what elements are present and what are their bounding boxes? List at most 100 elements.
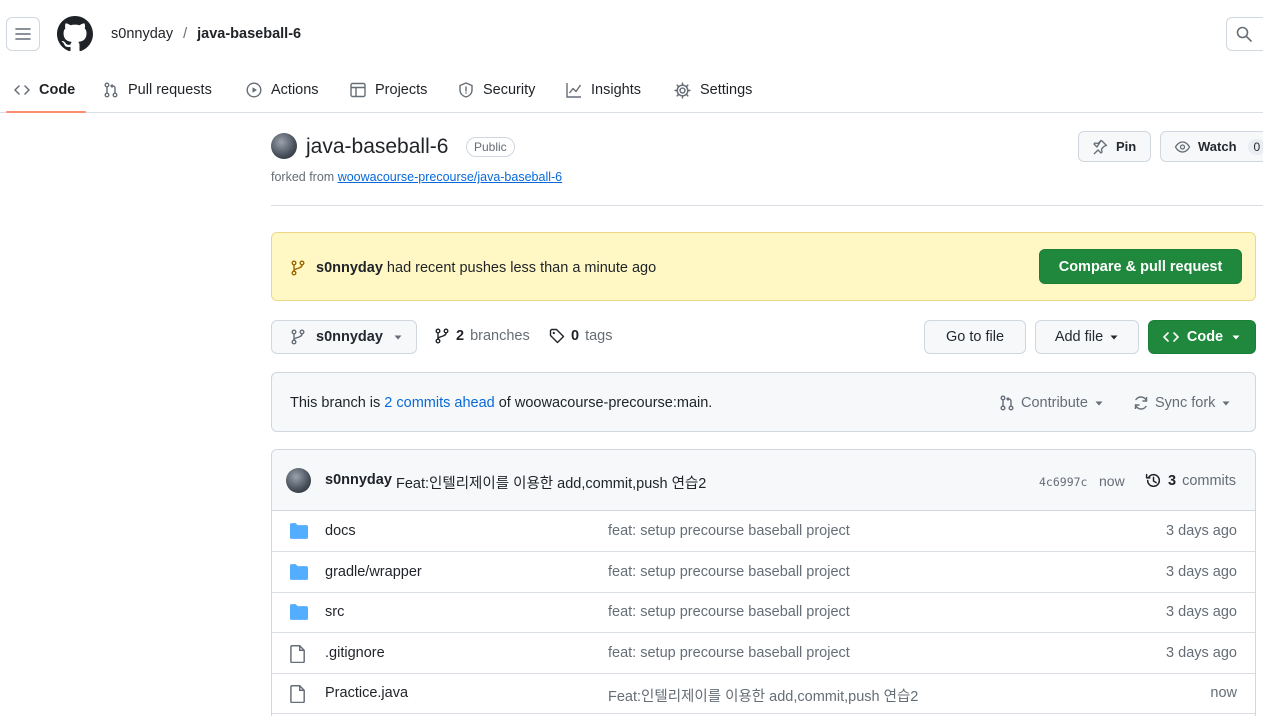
branch-status-text: This branch is 2 commits ahead of woowac… bbox=[290, 395, 712, 411]
tab-projects-label: Projects bbox=[375, 82, 428, 98]
tags-link[interactable]: 0 tags bbox=[549, 328, 613, 344]
breadcrumb-repo[interactable]: java-baseball-6 bbox=[197, 26, 301, 42]
file-date: 3 days ago bbox=[1166, 604, 1237, 620]
tab-actions-label: Actions bbox=[271, 82, 319, 98]
contribute-label: Contribute bbox=[1021, 395, 1088, 411]
menu-button[interactable] bbox=[6, 17, 40, 51]
forked-prefix: forked from bbox=[271, 170, 338, 184]
status-prefix: This branch is bbox=[290, 395, 385, 411]
table-row[interactable]: Practice.java Feat:인텔리제이를 이용한 add,commit… bbox=[272, 673, 1255, 714]
banner-user[interactable]: s0nnyday bbox=[316, 260, 383, 276]
shield-icon bbox=[459, 82, 473, 98]
owner-avatar[interactable] bbox=[271, 133, 297, 159]
pin-icon bbox=[1093, 139, 1108, 154]
eye-icon bbox=[1174, 140, 1191, 153]
pin-button[interactable]: Pin bbox=[1078, 131, 1151, 162]
repo-nav-tabs: Code Pull requests Actions Projects Secu… bbox=[0, 68, 1263, 113]
history-icon bbox=[1145, 473, 1161, 488]
file-commit-message[interactable]: feat: setup precourse baseball project bbox=[608, 523, 850, 539]
compare-pull-request-button[interactable]: Compare & pull request bbox=[1039, 249, 1242, 284]
file-commit-message[interactable]: feat: setup precourse baseball project bbox=[608, 564, 850, 580]
branches-link[interactable]: 2 branches bbox=[434, 328, 530, 344]
file-date: 3 days ago bbox=[1166, 523, 1237, 539]
watch-button[interactable]: Watch 0 bbox=[1160, 131, 1263, 162]
file-table: s0nnyday Feat:인텔리제이를 이용한 add,commit,push… bbox=[271, 449, 1256, 716]
watch-count: 0 bbox=[1247, 138, 1263, 155]
file-name[interactable]: Practice.java bbox=[325, 685, 408, 701]
banner-text: had recent pushes less than a minute ago bbox=[382, 260, 657, 276]
hamburger-icon bbox=[15, 28, 31, 40]
repo-title[interactable]: java-baseball-6 bbox=[306, 135, 448, 159]
commit-author[interactable]: s0nnyday bbox=[325, 472, 392, 488]
caret-down-icon bbox=[1222, 401, 1230, 406]
commit-sha[interactable]: 4c6997c bbox=[1039, 475, 1087, 489]
commits-history-link[interactable]: 3 commits bbox=[1145, 472, 1236, 489]
contribute-button[interactable]: Contribute bbox=[999, 395, 1104, 411]
tag-icon bbox=[549, 328, 565, 344]
commit-message[interactable]: Feat:인텔리제이를 이용한 add,commit,push 연습2 bbox=[396, 472, 706, 493]
visibility-badge: Public bbox=[466, 137, 515, 157]
commits-ahead-link[interactable]: 2 commits ahead bbox=[384, 395, 494, 411]
top-bar: s0nnyday / java-baseball-6 bbox=[0, 0, 1263, 68]
sync-fork-label: Sync fork bbox=[1155, 395, 1216, 411]
graph-icon bbox=[566, 83, 582, 98]
forked-source-link[interactable]: woowacourse-precourse/java-baseball-6 bbox=[338, 170, 562, 184]
table-row[interactable]: docs feat: setup precourse baseball proj… bbox=[272, 511, 1255, 552]
table-row[interactable]: .gitignore feat: setup precourse basebal… bbox=[272, 633, 1255, 674]
file-commit-message[interactable]: Feat:인텔리제이를 이용한 add,commit,push 연습2 bbox=[608, 685, 918, 706]
branch-status-box: This branch is 2 commits ahead of woowac… bbox=[271, 372, 1256, 432]
code-icon bbox=[14, 85, 30, 95]
add-file-button[interactable]: Add file bbox=[1035, 320, 1139, 354]
file-commit-message[interactable]: feat: setup precourse baseball project bbox=[608, 604, 850, 620]
breadcrumb-separator: / bbox=[183, 26, 188, 42]
tags-label: tags bbox=[585, 328, 613, 344]
tags-count: 0 bbox=[571, 328, 580, 344]
tab-projects[interactable]: Projects bbox=[342, 68, 435, 112]
status-suffix: of woowacourse-precourse:main. bbox=[494, 395, 713, 411]
commit-author-avatar[interactable] bbox=[286, 468, 311, 493]
branches-label: branches bbox=[470, 328, 530, 344]
branch-select-button[interactable]: s0nnyday bbox=[271, 320, 417, 354]
tab-insights[interactable]: Insights bbox=[558, 68, 649, 112]
latest-commit-header: s0nnyday Feat:인텔리제이를 이용한 add,commit,push… bbox=[272, 450, 1255, 511]
tab-security[interactable]: Security bbox=[450, 68, 543, 112]
tab-settings[interactable]: Settings bbox=[666, 68, 760, 112]
commits-count: 3 bbox=[1168, 472, 1177, 489]
heading-divider bbox=[271, 205, 1263, 206]
file-icon bbox=[290, 685, 305, 703]
caret-down-icon bbox=[1095, 401, 1103, 406]
caret-down-icon bbox=[1110, 335, 1118, 340]
tab-pull-requests[interactable]: Pull requests bbox=[95, 68, 220, 112]
table-row[interactable]: gradle/wrapper feat: setup precourse bas… bbox=[272, 552, 1255, 593]
add-file-label: Add file bbox=[1054, 329, 1104, 345]
folder-icon bbox=[290, 523, 308, 539]
tab-security-label: Security bbox=[483, 82, 536, 98]
folder-icon bbox=[290, 564, 308, 580]
pin-label: Pin bbox=[1116, 139, 1137, 154]
file-name[interactable]: src bbox=[325, 604, 344, 620]
git-branch-icon bbox=[291, 329, 305, 345]
watch-label: Watch bbox=[1198, 139, 1237, 154]
go-to-file-button[interactable]: Go to file bbox=[924, 320, 1026, 354]
tab-pull-requests-label: Pull requests bbox=[128, 82, 212, 98]
file-date: now bbox=[1210, 685, 1237, 701]
tab-code[interactable]: Code bbox=[6, 68, 86, 113]
caret-down-icon bbox=[1232, 335, 1240, 340]
gear-icon bbox=[674, 81, 691, 99]
search-button[interactable] bbox=[1226, 17, 1263, 51]
code-dropdown-button[interactable]: Code bbox=[1148, 320, 1256, 354]
file-date: 3 days ago bbox=[1166, 645, 1237, 661]
file-commit-message[interactable]: feat: setup precourse baseball project bbox=[608, 645, 850, 661]
file-name[interactable]: .gitignore bbox=[325, 645, 385, 661]
tab-actions[interactable]: Actions bbox=[238, 68, 327, 112]
table-row[interactable]: src feat: setup precourse baseball proje… bbox=[272, 592, 1255, 633]
sync-icon bbox=[1134, 396, 1148, 410]
sync-fork-button[interactable]: Sync fork bbox=[1133, 395, 1231, 411]
breadcrumb-owner[interactable]: s0nnyday bbox=[111, 26, 173, 42]
file-name[interactable]: gradle/wrapper bbox=[325, 564, 422, 580]
tab-code-label: Code bbox=[39, 82, 76, 98]
git-pull-request-icon bbox=[1000, 395, 1014, 411]
file-name[interactable]: docs bbox=[325, 523, 356, 539]
commits-label: commits bbox=[1182, 472, 1237, 489]
github-logo-icon[interactable] bbox=[57, 16, 93, 52]
